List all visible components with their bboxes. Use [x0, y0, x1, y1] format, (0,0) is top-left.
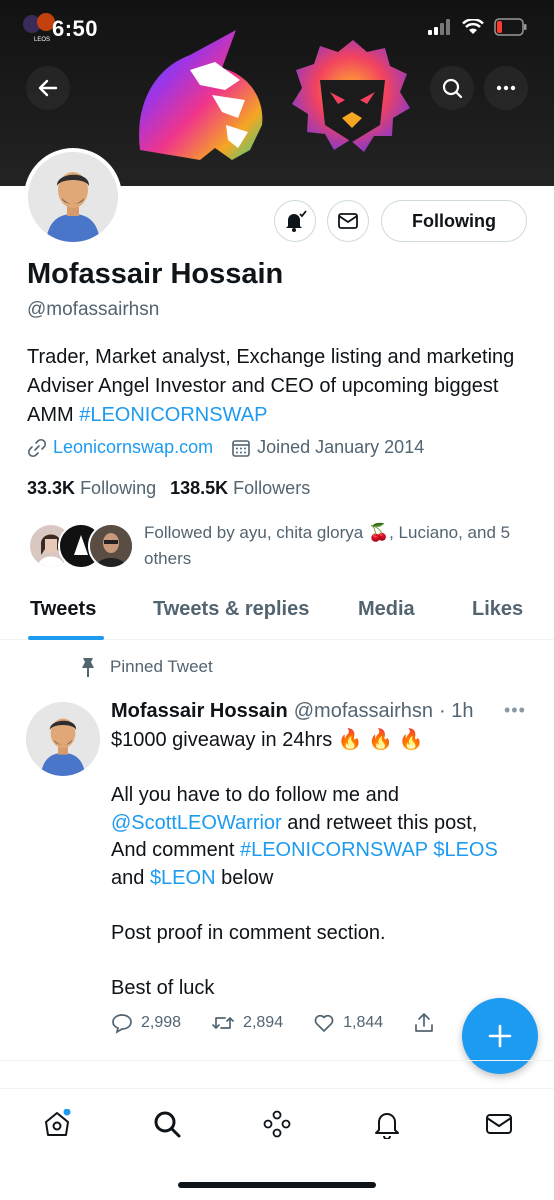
pinned-text: Pinned Tweet: [110, 657, 213, 676]
tweet-line: Best of luck: [111, 976, 215, 999]
joined-date: Joined January 2014: [257, 437, 425, 457]
tweet-line: Post proof in comment section.: [111, 921, 386, 944]
more-button[interactable]: [484, 66, 528, 110]
share-icon: [415, 1013, 433, 1032]
follow-counts: 33.3K Following 138.5K Followers: [27, 478, 310, 499]
retweet-icon: [212, 1017, 234, 1029]
following-count-link[interactable]: 33.3K Following: [27, 478, 156, 499]
tweet-author-avatar[interactable]: [26, 702, 100, 776]
nav-messages[interactable]: [482, 1107, 516, 1141]
tweet-header: Mofassair Hossain @mofassairhsn · 1h: [111, 700, 473, 723]
notifications-icon: [375, 1113, 399, 1139]
nav-explore[interactable]: [150, 1107, 184, 1141]
tweet-line: $1000 giveaway in 24hrs 🔥 🔥 🔥: [111, 729, 424, 751]
followed-by-row[interactable]: Followed by ayu, chita glorya 🍒, Luciano…: [28, 520, 514, 572]
back-button[interactable]: [26, 66, 70, 110]
reply-button[interactable]: 2,998: [111, 1012, 181, 1034]
avatar-illustration: [28, 152, 118, 242]
tweet-more-icon[interactable]: •••: [504, 700, 526, 721]
tweet-mention-link[interactable]: @ScottLEOWarrior: [111, 812, 282, 834]
tweet-author-handle: @mofassairhsn: [293, 700, 433, 722]
message-button[interactable]: [327, 200, 369, 242]
profile-meta: Leonicornswap.com Joined January 2014: [27, 437, 442, 458]
home-icon: [45, 1109, 71, 1136]
battery-icon: [494, 18, 527, 36]
tweet-body: $1000 giveaway in 24hrs 🔥 🔥 🔥 All you ha…: [111, 727, 531, 1002]
tweet-cashtag-link[interactable]: $LEON: [150, 867, 216, 889]
profile-handle: @mofassairhsn: [27, 299, 160, 320]
retweet-button[interactable]: 2,894: [211, 1012, 283, 1034]
bottom-navigation: [0, 1088, 554, 1158]
tweet-actions: 2,998 2,894 1,844: [111, 1012, 461, 1034]
nav-spaces[interactable]: [260, 1107, 294, 1141]
joined-item: Joined January 2014: [231, 437, 424, 458]
nav-notifications[interactable]: [370, 1107, 404, 1141]
like-count: 1,844: [343, 1014, 384, 1031]
like-button[interactable]: 1,844: [313, 1012, 383, 1034]
share-button[interactable]: [413, 1012, 435, 1034]
tweet-divider: [0, 1060, 554, 1061]
profile-name: Mofassair Hossain: [27, 258, 284, 290]
spaces-icon: [263, 1110, 291, 1138]
tweet-cashtag-link[interactable]: $LEOS: [433, 839, 497, 861]
mail-icon: [338, 213, 358, 229]
tweet-line: below: [215, 866, 274, 889]
follower-avatar: [88, 523, 134, 569]
status-indicators: [428, 18, 528, 36]
website-link[interactable]: Leonicornswap.com: [53, 437, 213, 458]
reply-icon: [112, 1014, 132, 1034]
bell-check-icon: [286, 210, 307, 232]
tab-tweets[interactable]: Tweets: [30, 598, 96, 621]
tweet-line: and retweet this post,: [281, 811, 478, 834]
nav-home[interactable]: [40, 1107, 74, 1141]
followers-count-link[interactable]: 138.5K Followers: [170, 478, 310, 499]
status-bar: LEOS 6:50: [0, 0, 554, 60]
search-button[interactable]: [430, 66, 474, 110]
followers-count: 138.5K: [170, 478, 229, 498]
more-icon: [496, 85, 516, 91]
active-tab-indicator: [28, 636, 104, 640]
tab-tweets-replies[interactable]: Tweets & replies: [153, 598, 309, 621]
tab-likes[interactable]: Likes: [472, 598, 523, 621]
followed-by-avatars: [28, 520, 136, 570]
avatar-illustration: [26, 702, 100, 776]
profile-tabs: Tweets Tweets & replies Media Likes: [0, 588, 554, 640]
profile-avatar[interactable]: [24, 148, 122, 246]
tab-media[interactable]: Media: [358, 598, 415, 621]
tweet-hashtag-link[interactable]: #LEONICORNSWAP: [240, 839, 428, 861]
followed-by-text: Followed by ayu, chita glorya 🍒, Luciano…: [144, 523, 511, 568]
pinned-label: Pinned Tweet: [78, 656, 213, 678]
tweet-time: · 1h: [438, 700, 474, 722]
status-time: 6:50: [52, 16, 99, 41]
signal-icon: [428, 19, 450, 35]
tweet-author-name[interactable]: Mofassair Hossain: [111, 700, 288, 723]
following-button[interactable]: Following: [381, 200, 527, 242]
tweet-line: All you have to do follow me and: [111, 784, 399, 806]
like-icon: [314, 1014, 334, 1032]
home-indicator: [178, 1182, 376, 1188]
pin-icon: [82, 658, 94, 677]
back-arrow-icon: [38, 79, 58, 97]
search-icon: [442, 78, 463, 99]
following-count: 33.3K: [27, 478, 76, 498]
plus-icon: [488, 1024, 512, 1048]
notifications-toggle-button[interactable]: [274, 200, 316, 242]
bio-hashtag-link[interactable]: #LEONICORNSWAP: [79, 404, 267, 426]
link-icon: [27, 438, 47, 457]
retweet-count: 2,894: [243, 1014, 284, 1031]
reply-count: 2,998: [141, 1014, 182, 1031]
website-item[interactable]: Leonicornswap.com: [27, 437, 213, 458]
following-label: Following: [80, 478, 157, 498]
messages-icon: [486, 1114, 512, 1134]
app-badge-text: LEOS: [34, 37, 50, 43]
wifi-icon: [462, 19, 484, 34]
explore-icon: [154, 1111, 181, 1138]
followers-label: Followers: [233, 478, 311, 498]
calendar-icon: [232, 439, 250, 457]
compose-tweet-button[interactable]: [462, 998, 538, 1074]
profile-bio: Trader, Market analyst, Exchange listing…: [27, 343, 537, 430]
tweet-line: And comment: [111, 839, 240, 861]
tweet-line: and: [111, 866, 150, 889]
